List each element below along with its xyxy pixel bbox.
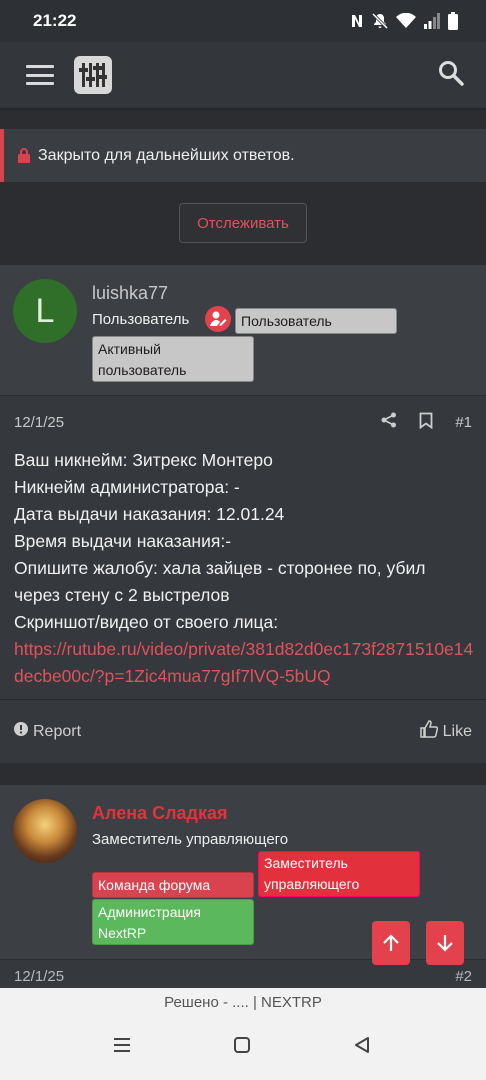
status-icons (350, 12, 458, 30)
user-title: Пользователь (92, 311, 190, 328)
lock-icon (18, 148, 30, 163)
closed-notice-text: Закрыто для дальнейших ответов. (38, 146, 295, 164)
post-number[interactable]: #2 (455, 968, 472, 985)
post-line: Скриншот/видео от своего лица: (14, 612, 279, 632)
wifi-icon (396, 13, 416, 29)
post-line: Опишите жалобу: хала зайцев - сторонее п… (14, 558, 426, 605)
like-label: Like (442, 722, 472, 740)
status-bar: 21:22 (0, 0, 486, 42)
badge-administration: Администрация NextRP (92, 899, 254, 945)
post-line: Время выдачи наказания:- (14, 531, 232, 551)
mute-icon (372, 13, 388, 29)
battery-icon (448, 12, 458, 30)
recents-icon[interactable] (112, 1036, 132, 1059)
status-time: 21:22 (33, 11, 77, 30)
username[interactable]: luishka77 (92, 283, 168, 304)
share-icon[interactable] (381, 412, 397, 432)
bookmark-icon[interactable] (419, 412, 433, 433)
post-1-body: Ваш никнейм: Зитрекс Монтеро Никнейм адм… (14, 447, 474, 690)
browser-title-bar[interactable]: Решено - .... | NEXTRP (0, 988, 486, 1016)
watch-button[interactable]: Отслеживать (179, 203, 307, 243)
post-line: Никнейм администратора: - (14, 477, 240, 497)
avatar[interactable]: L (13, 279, 77, 343)
video-link[interactable]: https://rutube.ru/video/private/381d82d0… (14, 636, 474, 690)
menu-icon[interactable] (26, 65, 54, 85)
signal-icon (424, 13, 440, 29)
sliders-icon (79, 63, 107, 87)
post-1: L luishka77 Пользователь Пользователь Ак… (0, 265, 486, 763)
post-date[interactable]: 12/1/25 (14, 414, 64, 431)
post-1-user-block: L luishka77 Пользователь Пользователь Ак… (0, 265, 486, 396)
avatar[interactable] (13, 799, 77, 863)
post-number[interactable]: #1 (455, 414, 472, 431)
back-icon[interactable] (353, 1036, 371, 1059)
report-label: Report (33, 722, 82, 740)
scroll-up-button[interactable] (372, 921, 410, 965)
alert-icon (14, 722, 28, 741)
post-1-meta: 12/1/25 #1 (0, 397, 486, 447)
search-icon[interactable] (438, 60, 464, 91)
scroll-down-button[interactable] (426, 921, 464, 965)
user-role-icon (205, 306, 231, 337)
badge-deputy-manager: Заместитель управляющего (258, 851, 420, 897)
post-2-user-block: Алена Сладкая Заместитель управляющего З… (0, 785, 486, 960)
app-header (0, 42, 486, 110)
forum-logo[interactable] (74, 56, 112, 94)
user-title: Заместитель управляющего (92, 831, 289, 848)
closed-notice: Закрыто для дальнейших ответов. (0, 129, 486, 182)
system-nav-bar (0, 1016, 486, 1080)
post-date[interactable]: 12/1/25 (14, 968, 64, 985)
page-title: Решено - .... | NEXTRP (164, 993, 322, 1011)
arrow-up-icon (383, 934, 399, 951)
home-icon[interactable] (233, 1036, 251, 1059)
badge-forum-team: Команда форума (92, 872, 254, 898)
badge-active-user: Активный пользователь (92, 336, 254, 382)
username[interactable]: Алена Сладкая (92, 803, 227, 824)
post-line: Ваш никнейм: Зитрекс Монтеро (14, 450, 273, 470)
nfc-icon (350, 13, 364, 29)
thumbs-up-icon (419, 720, 438, 743)
post-2: Алена Сладкая Заместитель управляющего З… (0, 785, 486, 990)
post-line: Дата выдачи наказания: 12.01.24 (14, 504, 285, 524)
report-button[interactable]: Report (14, 722, 81, 741)
like-button[interactable]: Like (419, 720, 472, 743)
badge-user: Пользователь (235, 308, 397, 334)
post-2-meta: 12/1/25 #2 (0, 961, 486, 991)
arrow-down-icon (437, 935, 453, 952)
post-1-footer: Report Like (0, 699, 486, 763)
